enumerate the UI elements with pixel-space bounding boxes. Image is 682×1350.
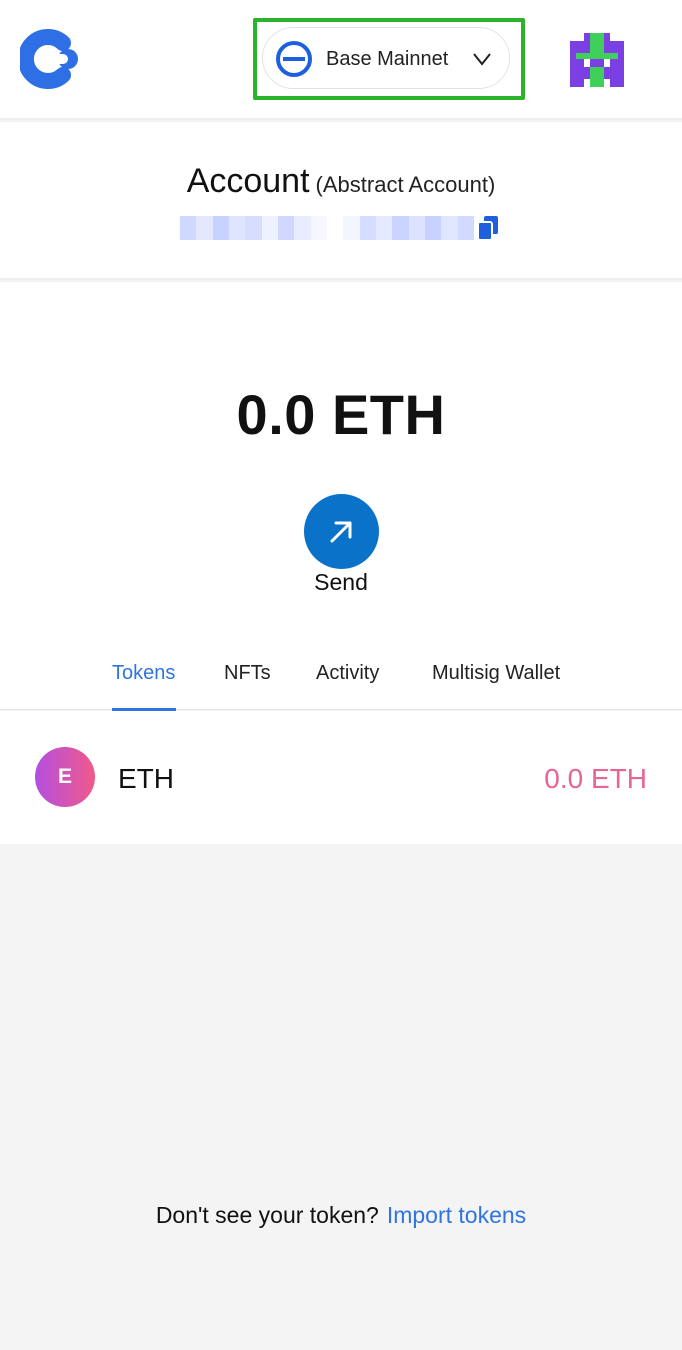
send-button[interactable] — [304, 494, 379, 569]
import-question: Don't see your token? — [155, 1202, 379, 1228]
account-title: Account (Abstract Account) — [0, 162, 682, 201]
account-avatar-icon[interactable] — [570, 33, 624, 87]
send-label: Send — [314, 569, 368, 595]
brand-logo-icon[interactable] — [20, 28, 82, 90]
balance-amount: 0.0 ETH — [236, 383, 446, 446]
token-avatar: E — [35, 747, 95, 807]
account-type: (Abstract Account) — [315, 172, 496, 197]
account-address-redacted — [180, 216, 474, 240]
account-panel: Account (Abstract Account) — [0, 122, 682, 280]
wallet-app: Base Mainnet Account(Abstract Account) — [0, 0, 682, 1350]
tab-tokens[interactable]: Tokens — [112, 662, 175, 710]
account-name: Account — [186, 162, 310, 200]
tab-nfts[interactable]: NFTs — [224, 662, 271, 710]
header: Base Mainnet — [0, 0, 682, 120]
import-tokens-link[interactable]: Import tokens — [387, 1202, 526, 1228]
token-amount: 0.0 ETH — [544, 763, 647, 794]
chevron-down-icon — [473, 53, 491, 66]
balance-panel: 0.0 ETH Send Tokens NFTs Activity Multis… — [0, 282, 682, 711]
copy-icon[interactable] — [477, 215, 499, 241]
network-selector[interactable]: Base Mainnet — [262, 27, 510, 89]
tab-bar: Tokens NFTs Activity Multisig Wallet — [0, 662, 682, 710]
arrow-up-right-icon — [330, 521, 352, 543]
tab-multisig-wallet[interactable]: Multisig Wallet — [432, 662, 560, 710]
tab-activity[interactable]: Activity — [316, 662, 379, 710]
base-network-icon — [276, 41, 312, 77]
token-row[interactable]: E ETH 0.0 ETH — [0, 711, 682, 844]
network-label: Base Mainnet — [326, 48, 449, 70]
token-symbol: ETH — [118, 763, 174, 794]
import-tokens-prompt: Don't see your token? Import tokens — [0, 1202, 682, 1229]
